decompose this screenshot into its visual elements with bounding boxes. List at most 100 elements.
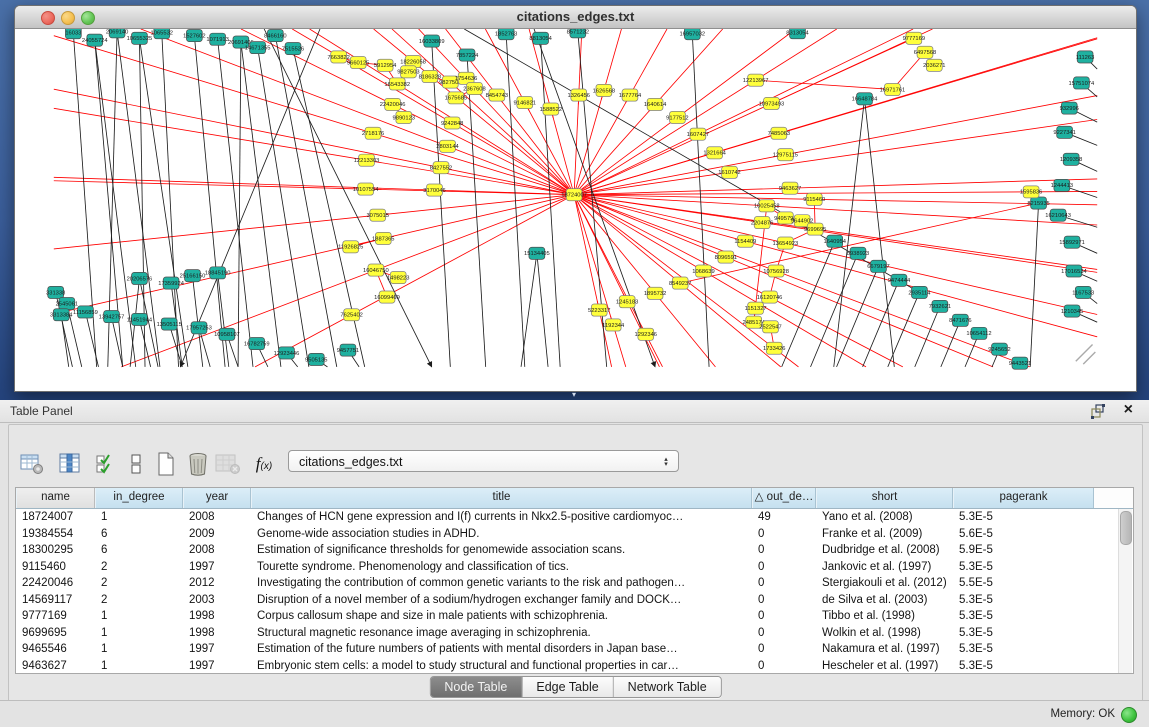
float-window-icon[interactable] xyxy=(1090,404,1105,419)
column-header-2[interactable]: year xyxy=(183,488,251,508)
cell-year[interactable]: 2012 xyxy=(183,575,251,592)
cell-name[interactable]: 18300295 xyxy=(16,542,95,559)
cell-name[interactable]: 19384554 xyxy=(16,526,95,543)
cell-title[interactable]: Estimation of significance thresholds fo… xyxy=(251,542,752,559)
new-table-button[interactable] xyxy=(151,449,181,479)
cell-out_de[interactable]: 0 xyxy=(752,641,816,658)
tab-node-table[interactable]: Node Table xyxy=(430,677,522,697)
cell-name[interactable]: 18724007 xyxy=(16,509,95,526)
cell-short[interactable]: de Silva et al. (2003) xyxy=(816,592,953,609)
cell-short[interactable]: Nakamura et al. (1997) xyxy=(816,641,953,658)
tab-edge-table[interactable]: Edge Table xyxy=(522,677,613,697)
table-row[interactable]: 969969511998Structural magnetic resonanc… xyxy=(16,625,1133,642)
cell-year[interactable]: 2008 xyxy=(183,509,251,526)
cell-pagerank[interactable]: 5.3E-5 xyxy=(953,559,1094,576)
cell-in_degree[interactable]: 1 xyxy=(95,608,183,625)
cell-out_de[interactable]: 0 xyxy=(752,608,816,625)
table-row[interactable]: 1872400712008Changes of HCN gene express… xyxy=(16,509,1133,526)
table-row[interactable]: 911546021997Tourette syndrome. Phenomeno… xyxy=(16,559,1133,576)
column-visibility-button[interactable] xyxy=(55,449,85,479)
cell-year[interactable]: 1998 xyxy=(183,625,251,642)
cell-out_de[interactable]: 0 xyxy=(752,526,816,543)
cell-short[interactable]: Dudbridge et al. (2008) xyxy=(816,542,953,559)
cell-pagerank[interactable]: 5.3E-5 xyxy=(953,509,1094,526)
cell-name[interactable]: 9463627 xyxy=(16,658,95,675)
cell-in_degree[interactable]: 2 xyxy=(95,559,183,576)
column-header-0[interactable]: name xyxy=(16,488,95,508)
table-row[interactable]: 977716911998Corpus callosum shape and si… xyxy=(16,608,1133,625)
cell-name[interactable]: 9699695 xyxy=(16,625,95,642)
cell-out_de[interactable]: 0 xyxy=(752,592,816,609)
cell-year[interactable]: 2008 xyxy=(183,542,251,559)
cell-pagerank[interactable]: 5.3E-5 xyxy=(953,608,1094,625)
delete-table-button[interactable] xyxy=(183,449,213,479)
cell-short[interactable]: Stergiakouli et al. (2012) xyxy=(816,575,953,592)
cell-out_de[interactable]: 0 xyxy=(752,625,816,642)
cell-in_degree[interactable]: 2 xyxy=(95,575,183,592)
column-header-1[interactable]: in_degree xyxy=(95,488,183,508)
cell-name[interactable]: 9465546 xyxy=(16,641,95,658)
cell-title[interactable]: Disruption of a novel member of a sodium… xyxy=(251,592,752,609)
cell-in_degree[interactable]: 6 xyxy=(95,542,183,559)
cell-out_de[interactable]: 0 xyxy=(752,559,816,576)
cell-title[interactable]: Corpus callosum shape and size in male p… xyxy=(251,608,752,625)
cell-short[interactable]: Yano et al. (2008) xyxy=(816,509,953,526)
cell-pagerank[interactable]: 5.6E-5 xyxy=(953,526,1094,543)
column-header-4[interactable]: △ out_de… xyxy=(752,488,816,508)
table-row[interactable]: 1456911722003Disruption of a novel membe… xyxy=(16,592,1133,609)
cell-year[interactable]: 1997 xyxy=(183,641,251,658)
table-row[interactable]: 946362711997Embryonic stem cells: a mode… xyxy=(16,658,1133,675)
cell-pagerank[interactable]: 5.3E-5 xyxy=(953,625,1094,642)
table-row[interactable]: 1830029562008Estimation of significance … xyxy=(16,542,1133,559)
cell-out_de[interactable]: 0 xyxy=(752,658,816,675)
cell-out_de[interactable]: 0 xyxy=(752,542,816,559)
table-row[interactable]: 946554611997Estimation of the future num… xyxy=(16,641,1133,658)
cell-short[interactable]: Jankovic et al. (1997) xyxy=(816,559,953,576)
merge-rows-button[interactable] xyxy=(121,449,151,479)
cell-title[interactable]: Changes of HCN gene expression and I(f) … xyxy=(251,509,752,526)
column-header-6[interactable]: pagerank xyxy=(953,488,1094,508)
cell-title[interactable]: Investigating the contribution of common… xyxy=(251,575,752,592)
cell-title[interactable]: Tourette syndrome. Phenomenology and cla… xyxy=(251,559,752,576)
table-row[interactable]: 2242004622012Investigating the contribut… xyxy=(16,575,1133,592)
table-settings-button[interactable] xyxy=(17,449,47,479)
cell-title[interactable]: Genome-wide association studies in ADHD. xyxy=(251,526,752,543)
cell-pagerank[interactable]: 5.3E-5 xyxy=(953,592,1094,609)
network-graph[interactable]: 1603324055724206914010655325106553215276… xyxy=(15,29,1136,392)
network-window-titlebar[interactable]: citations_edges.txt xyxy=(15,6,1136,29)
cell-pagerank[interactable]: 5.3E-5 xyxy=(953,641,1094,658)
cell-title[interactable]: Embryonic stem cells: a model to study s… xyxy=(251,658,752,675)
column-header-5[interactable]: short xyxy=(816,488,953,508)
cell-year[interactable]: 2003 xyxy=(183,592,251,609)
network-canvas[interactable]: 1603324055724206914010655325106553215276… xyxy=(15,29,1136,391)
cell-in_degree[interactable]: 2 xyxy=(95,592,183,609)
cell-name[interactable]: 14569117 xyxy=(16,592,95,609)
cell-year[interactable]: 1997 xyxy=(183,658,251,675)
cell-in_degree[interactable]: 1 xyxy=(95,509,183,526)
cell-title[interactable]: Structural magnetic resonance image aver… xyxy=(251,625,752,642)
table-panel-titlebar[interactable]: Table Panel × xyxy=(0,400,1149,423)
cell-year[interactable]: 1997 xyxy=(183,559,251,576)
cell-name[interactable]: 22420046 xyxy=(16,575,95,592)
panel-splitter-handle[interactable]: ▾ xyxy=(567,391,581,399)
cell-name[interactable]: 9777169 xyxy=(16,608,95,625)
cell-pagerank[interactable]: 5.9E-5 xyxy=(953,542,1094,559)
table-row[interactable]: 1938455462009Genome-wide association stu… xyxy=(16,526,1133,543)
cell-out_de[interactable]: 0 xyxy=(752,575,816,592)
row-selection-button[interactable] xyxy=(91,449,121,479)
cell-short[interactable]: Franke et al. (2009) xyxy=(816,526,953,543)
cell-in_degree[interactable]: 1 xyxy=(95,625,183,642)
cell-out_de[interactable]: 49 xyxy=(752,509,816,526)
column-header-3[interactable]: title xyxy=(251,488,752,508)
cell-year[interactable]: 1998 xyxy=(183,608,251,625)
cell-short[interactable]: Wolkin et al. (1998) xyxy=(816,625,953,642)
cell-name[interactable]: 9115460 xyxy=(16,559,95,576)
network-window[interactable]: citations_edges.txt 16033240557242069140… xyxy=(14,5,1137,392)
cell-short[interactable]: Tibbo et al. (1998) xyxy=(816,608,953,625)
vertical-scrollbar[interactable] xyxy=(1118,509,1132,673)
cell-title[interactable]: Estimation of the future numbers of pati… xyxy=(251,641,752,658)
cell-pagerank[interactable]: 5.3E-5 xyxy=(953,658,1094,675)
cell-short[interactable]: Hescheler et al. (1997) xyxy=(816,658,953,675)
cell-in_degree[interactable]: 1 xyxy=(95,641,183,658)
resize-grip-icon[interactable] xyxy=(1076,345,1096,365)
